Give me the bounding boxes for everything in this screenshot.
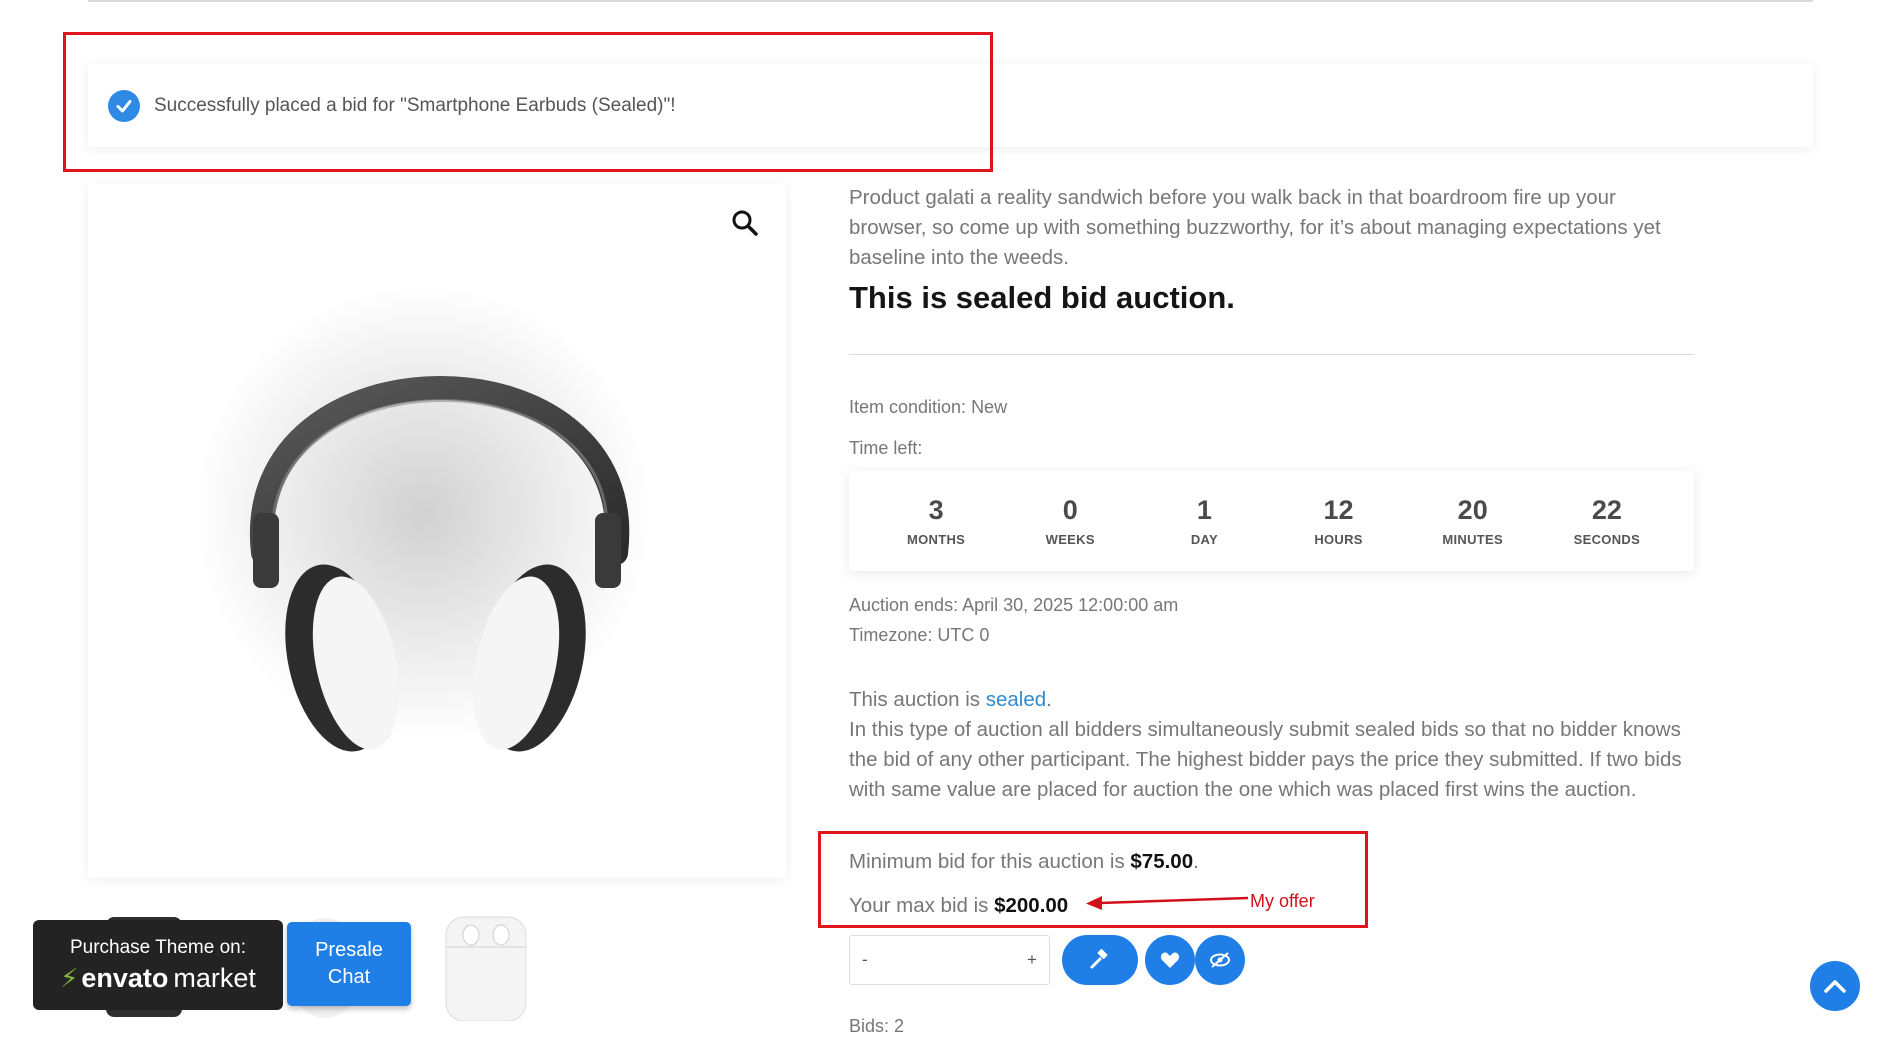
market-logo-text: market <box>173 962 256 993</box>
countdown-seconds: 22 SECONDS <box>1552 495 1662 547</box>
page: Successfully placed a bid for "Smartphon… <box>0 0 1885 1039</box>
minimum-bid-label: Minimum bid for this auction is <box>849 850 1131 873</box>
countdown-days: 1 DAY <box>1149 495 1259 547</box>
countdown-value: 12 <box>1323 495 1354 525</box>
bids-count: Bids: 2 <box>849 1016 905 1036</box>
countdown-label: MONTHS <box>907 532 966 547</box>
minimum-bid-value: $75.00 <box>1130 850 1194 873</box>
auction-type-prefix: This auction is <box>849 688 986 711</box>
zoom-icon[interactable] <box>730 208 760 238</box>
auction-ends: Auction ends: April 30, 2025 12:00:00 am <box>849 595 1179 615</box>
auction-type-suffix: . <box>1046 688 1052 711</box>
scroll-to-top-button[interactable] <box>1810 961 1860 1011</box>
purchase-theme-label: Purchase Theme on: <box>69 936 247 958</box>
auction-type: This auction is sealed. <box>849 685 1704 715</box>
item-condition: Item condition: New <box>849 397 1008 417</box>
hide-button[interactable] <box>1195 935 1245 985</box>
success-notice: Successfully placed a bid for "Smartphon… <box>88 64 1813 147</box>
eye-slash-icon <box>1210 952 1230 968</box>
auction-heading: This is sealed bid auction. <box>849 280 1235 315</box>
max-bid-value: $200.00 <box>994 894 1069 917</box>
my-offer-annotation: My offer <box>1250 891 1315 911</box>
product-description: Product galati a reality sandwich before… <box>849 186 1661 269</box>
max-bid-label: Your max bid is <box>849 894 995 917</box>
top-divider <box>88 0 1813 2</box>
countdown-label: SECONDS <box>1573 532 1641 547</box>
chevron-up-icon <box>1824 980 1846 993</box>
countdown-label: WEEKS <box>1045 532 1095 547</box>
success-notice-text: Successfully placed a bid for "Smartphon… <box>154 94 676 116</box>
product-image[interactable] <box>88 183 786 878</box>
countdown-value: 22 <box>1591 495 1622 525</box>
minimum-bid-suffix: . <box>1193 850 1199 873</box>
bid-quantity-stepper[interactable]: - + <box>849 935 1050 985</box>
envato-market-logo: ⚡ envato market <box>60 963 256 994</box>
thumbnail-earbuds-case[interactable] <box>443 915 529 1022</box>
minimum-bid: Minimum bid for this auction is $75.00. <box>849 847 1704 877</box>
envato-leaf-icon: ⚡ <box>60 962 79 993</box>
countdown-minutes: 20 MINUTES <box>1418 495 1528 547</box>
heart-icon <box>1160 952 1180 968</box>
countdown-label: HOURS <box>1314 532 1363 547</box>
increment-button[interactable]: + <box>1027 950 1037 970</box>
auction-timezone: Timezone: UTC 0 <box>849 625 990 645</box>
decrement-button[interactable]: - <box>862 950 868 970</box>
time-left-label: Time left: <box>849 438 923 458</box>
chat-label: Chat <box>327 966 371 988</box>
countdown-months: 3 MONTHS <box>881 495 991 547</box>
countdown-value: 0 <box>1062 495 1078 525</box>
check-circle-icon <box>108 89 140 122</box>
gavel-icon <box>1090 949 1108 969</box>
envato-logo-text: envato <box>81 962 169 993</box>
annotation-arrow-icon <box>1086 896 1249 910</box>
countdown-hours: 12 HOURS <box>1284 495 1394 547</box>
watchlist-button[interactable] <box>1145 935 1195 985</box>
countdown-value: 3 <box>928 495 944 525</box>
sealed-link[interactable]: sealed <box>986 688 1046 711</box>
auction-explanation: In this type of auction all bidders simu… <box>849 718 1682 801</box>
purchase-theme-button[interactable]: Purchase Theme on: ⚡ envato market <box>33 920 283 1010</box>
bid-amount-input[interactable] <box>877 940 1018 980</box>
countdown-weeks: 0 WEEKS <box>1015 495 1125 547</box>
countdown-value: 1 <box>1196 495 1212 525</box>
countdown-value: 20 <box>1457 495 1488 525</box>
headphones-image <box>193 283 653 752</box>
countdown-timer: 3 MONTHS 0 WEEKS 1 DAY 12 HOURS 20 MINUT… <box>849 471 1694 571</box>
section-divider <box>849 354 1694 355</box>
presale-label: Presale <box>315 939 383 961</box>
place-bid-button[interactable] <box>1062 935 1138 985</box>
countdown-label: MINUTES <box>1442 532 1503 547</box>
presale-chat-button[interactable]: Presale Chat <box>287 922 411 1006</box>
countdown-label: DAY <box>1190 532 1218 547</box>
